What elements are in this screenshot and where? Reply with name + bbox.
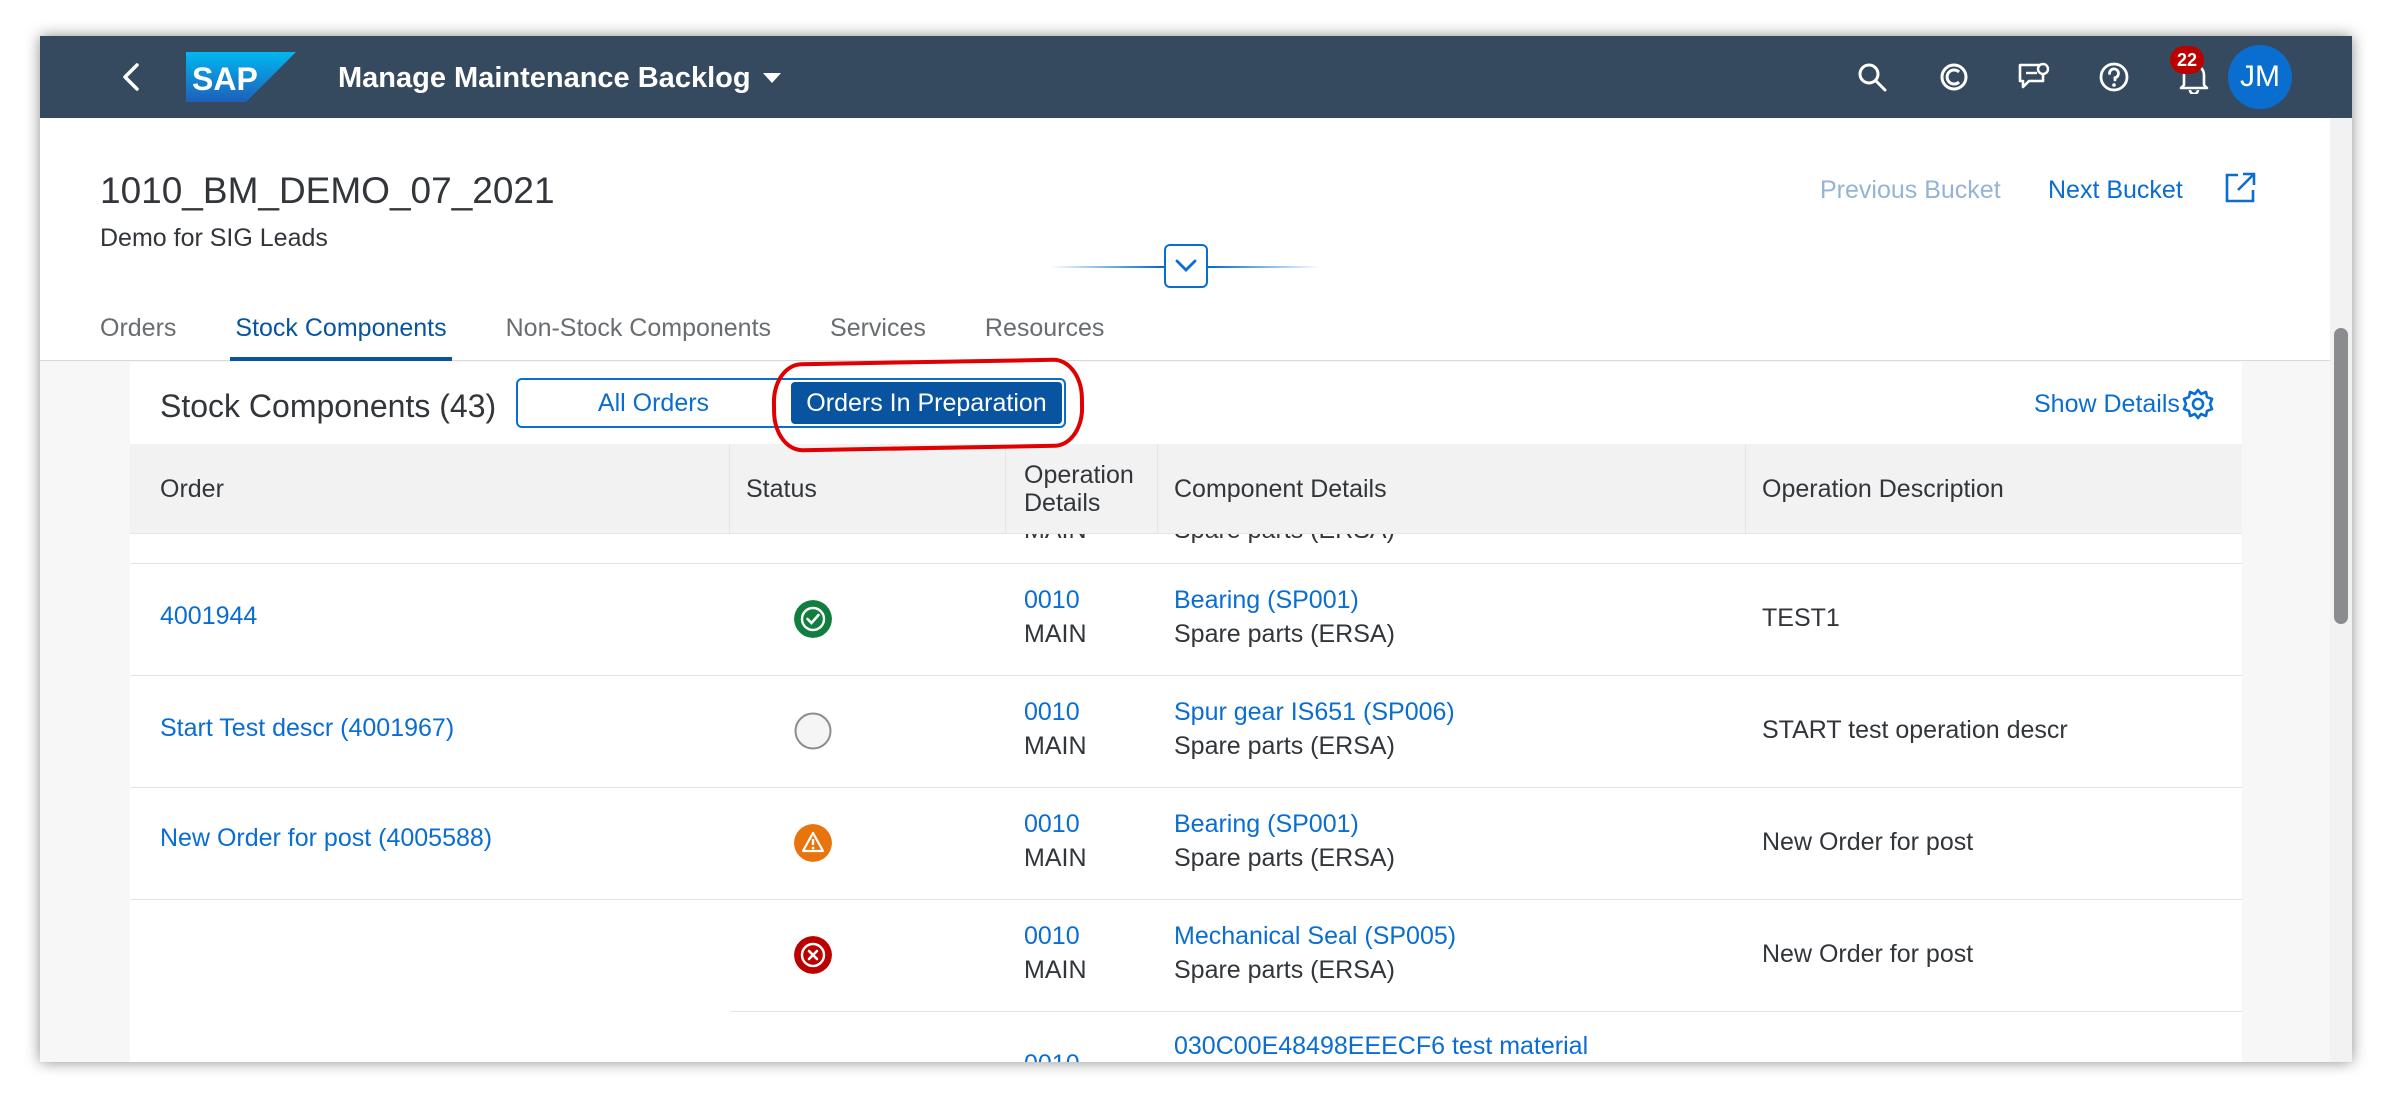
tab-resources[interactable]: Resources bbox=[985, 314, 1105, 361]
operation-name: MAIN bbox=[1024, 534, 1087, 545]
operation-name: MAIN bbox=[1024, 844, 1087, 872]
sap-logo[interactable]: SAP bbox=[186, 52, 296, 102]
table-row[interactable]: Start Test descr (4001967) 0010 MAIN Spu… bbox=[130, 676, 2242, 788]
page-subtitle: Demo for SIG Leads bbox=[100, 224, 328, 252]
page-scrollbar-thumb[interactable] bbox=[2334, 328, 2348, 624]
status-warning-icon bbox=[794, 824, 832, 862]
table-settings-button[interactable] bbox=[2180, 386, 2216, 422]
copilot-icon bbox=[1940, 63, 1968, 91]
operation-number-link[interactable]: 0010 bbox=[1024, 586, 1080, 615]
operation-name: MAIN bbox=[1024, 732, 1087, 760]
column-header-status[interactable]: Status bbox=[730, 444, 1006, 534]
operation-name: MAIN bbox=[1024, 956, 1087, 984]
stock-components-section: Stock Components (43) All Orders Orders … bbox=[130, 362, 2242, 1062]
all-orders-button[interactable]: All Orders bbox=[518, 380, 789, 426]
highlight-annotation bbox=[771, 357, 1085, 453]
component-link[interactable]: Bearing (SP001) bbox=[1174, 586, 1359, 615]
expand-header-button[interactable] bbox=[1164, 244, 1208, 288]
operation-name: MAIN bbox=[1024, 620, 1087, 648]
tab-stock-components[interactable]: Stock Components bbox=[230, 314, 452, 361]
share-icon bbox=[2225, 172, 2256, 203]
order-link[interactable]: New Order for post (4005588) bbox=[160, 824, 492, 853]
share-button[interactable] bbox=[2222, 170, 2258, 206]
help-button[interactable] bbox=[2094, 57, 2134, 97]
operation-number-link[interactable]: 0010 bbox=[1024, 810, 1080, 839]
user-avatar[interactable]: JM bbox=[2228, 45, 2292, 109]
table-header: Order Status Operation Details Component… bbox=[130, 444, 2242, 534]
copilot-button[interactable] bbox=[1934, 57, 1974, 97]
status-success-icon bbox=[794, 600, 832, 638]
column-header-operation-description[interactable]: Operation Description bbox=[1746, 444, 2242, 534]
column-header-operation-details-line1: Operation bbox=[1024, 461, 1134, 489]
table-row[interactable]: MAIN Spare parts (ERSA) bbox=[130, 534, 2242, 564]
next-bucket-link[interactable]: Next Bucket bbox=[2048, 176, 2183, 205]
column-header-order[interactable]: Order bbox=[130, 444, 730, 534]
operation-description: New Order for post bbox=[1762, 940, 1974, 968]
component-link[interactable]: Spur gear IS651 (SP006) bbox=[1174, 698, 1455, 727]
component-link[interactable]: Mechanical Seal (SP005) bbox=[1174, 922, 1456, 951]
search-icon bbox=[1858, 63, 1887, 92]
table-row[interactable]: 4001944 0010 MAIN Bearing (SP001) Spare … bbox=[130, 564, 2242, 676]
svg-text:SAP: SAP bbox=[192, 61, 258, 97]
status-error-icon bbox=[794, 936, 832, 974]
caret-down-icon bbox=[762, 73, 781, 83]
operation-description: New Order for post bbox=[1762, 828, 1974, 856]
shell-bar: SAP Manage Maintenance Backlog 22 JM bbox=[40, 36, 2352, 118]
component-link[interactable]: 030C00E48498EEECF6 test material bbox=[1174, 1032, 1588, 1061]
component-sub: Spare parts (ERSA) bbox=[1174, 844, 1395, 872]
page-scrollbar-track[interactable] bbox=[2330, 118, 2352, 1062]
show-details-button[interactable]: Show Details bbox=[2034, 390, 2180, 419]
object-page-header: 1010_BM_DEMO_07_2021 Demo for SIG Leads … bbox=[40, 118, 2352, 361]
component-sub: Spare parts (ERSA) bbox=[1174, 956, 1395, 984]
component-link[interactable]: Bearing (SP001) bbox=[1174, 810, 1359, 839]
chat-feedback-icon bbox=[2018, 62, 2050, 89]
search-button[interactable] bbox=[1852, 57, 1892, 97]
back-arrow-icon bbox=[123, 63, 139, 91]
chevron-down-icon bbox=[1175, 259, 1197, 272]
back-button[interactable] bbox=[112, 57, 152, 97]
tab-bar: Orders Stock Components Non-Stock Compon… bbox=[100, 314, 1163, 361]
table-body: MAIN Spare parts (ERSA) 4001944 0010 MAI… bbox=[130, 534, 2242, 1062]
operation-number-link[interactable]: 0010 bbox=[1024, 1050, 1080, 1062]
app-title: Manage Maintenance Backlog bbox=[338, 61, 751, 94]
tab-services[interactable]: Services bbox=[830, 314, 926, 361]
section-title: Stock Components (43) bbox=[160, 388, 497, 424]
app-window: SAP Manage Maintenance Backlog 22 JM 101… bbox=[40, 36, 2352, 1062]
component-sub: Spare parts (ERSA) bbox=[1174, 534, 1395, 545]
row-merge-mask bbox=[130, 900, 730, 901]
table-row[interactable]: 0010 030C00E48498EEECF6 test material bbox=[730, 1012, 2242, 1062]
table-row[interactable]: New Order for post (4005588) 0010 MAIN B… bbox=[130, 788, 2242, 900]
component-sub: Spare parts (ERSA) bbox=[1174, 620, 1395, 648]
status-none-icon bbox=[794, 712, 832, 750]
feedback-button[interactable] bbox=[2014, 57, 2054, 97]
help-icon bbox=[2099, 62, 2129, 92]
operation-description: START test operation descr bbox=[1762, 716, 2068, 744]
component-sub: Spare parts (ERSA) bbox=[1174, 732, 1395, 760]
page-title: 1010_BM_DEMO_07_2021 bbox=[100, 170, 555, 211]
operation-description: TEST1 bbox=[1762, 604, 1840, 632]
notification-count-badge: 22 bbox=[2170, 46, 2204, 74]
previous-bucket-link[interactable]: Previous Bucket bbox=[1820, 176, 2001, 205]
gear-icon bbox=[2182, 388, 2214, 420]
tab-orders[interactable]: Orders bbox=[100, 314, 176, 361]
table-row[interactable]: 0010 MAIN Mechanical Seal (SP005) Spare … bbox=[730, 900, 2242, 1012]
column-header-operation-details-line2: Details bbox=[1024, 489, 1101, 517]
tab-non-stock-components[interactable]: Non-Stock Components bbox=[506, 314, 771, 361]
column-header-component-details[interactable]: Component Details bbox=[1158, 444, 1746, 534]
operation-number-link[interactable]: 0010 bbox=[1024, 698, 1080, 727]
order-link[interactable]: Start Test descr (4001967) bbox=[160, 714, 454, 743]
operation-number-link[interactable]: 0010 bbox=[1024, 922, 1080, 951]
column-header-operation-details[interactable]: Operation Details bbox=[1006, 444, 1158, 534]
order-link[interactable]: 4001944 bbox=[160, 602, 257, 631]
app-title-menu[interactable]: Manage Maintenance Backlog bbox=[338, 58, 781, 98]
